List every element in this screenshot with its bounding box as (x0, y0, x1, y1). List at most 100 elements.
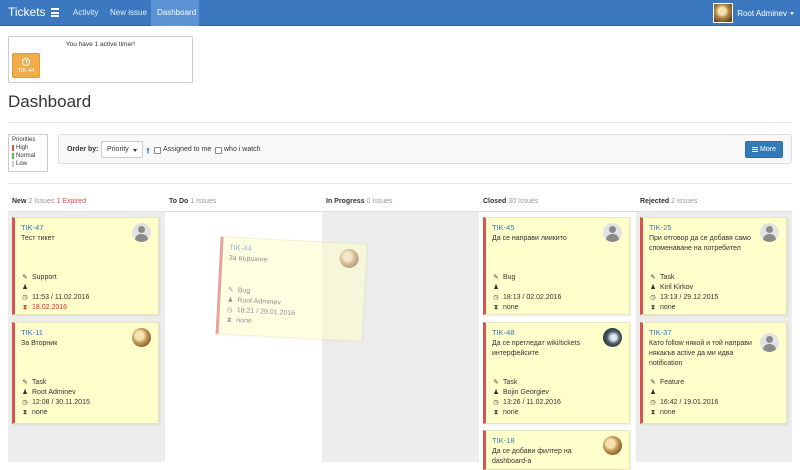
ticket-card-tik-45[interactable]: TIK-45 Да се направи лиикито ✎ Bug ♟ ◷ 18:… (483, 217, 630, 315)
ticket-card-tik-11[interactable]: TIK-11 За Вторник ✎ Task ♟ Root Adminev ◷ 1… (12, 322, 159, 424)
chevron-down-icon (790, 11, 794, 15)
order-by-label: Order by: (67, 146, 99, 153)
column-expired: 1 Expired (56, 198, 86, 205)
clock-icon: ◷ (650, 294, 656, 301)
filter-bar: Order by: Priority 🠙 Assigned to me who … (58, 134, 792, 164)
column-count: 30 Issues (508, 198, 539, 205)
priority-low: Low (12, 160, 44, 168)
page-title: Dashboard (8, 92, 92, 111)
order-by-value: Priority (107, 146, 129, 153)
ticket-card-tik-25[interactable]: TIK-25 При отговор да се добавя само спо… (640, 217, 787, 315)
timer-ticket-key: TIK-44 (17, 68, 35, 74)
avatar-placeholder-icon (760, 333, 779, 352)
ticket-card-tik-44[interactable]: TIK-44 За вършене ✎ Bug ♟ Root Adminev ◷ 18… (215, 236, 368, 342)
ticket-card-tik-47[interactable]: TIK-47 Тест тикет ✎ Support ♟ ◷ 11:53 / 11… (12, 217, 159, 315)
divider (8, 183, 792, 184)
ticket-card-tik-48[interactable]: TIK-48 Да се прегледат wiki/tickets инте… (483, 322, 630, 424)
ticket-key[interactable]: TIK-18 (492, 436, 515, 445)
ticket-assignee: ♟ Root Adminev (22, 389, 76, 396)
ticket-due: ⧗ none (493, 409, 519, 416)
ticket-title: Да се направи лиикито (492, 235, 567, 242)
list-icon (752, 146, 759, 152)
ticket-assignee: ♟ Bojin Georgiev (493, 389, 549, 396)
ticket-key[interactable]: TIK-37 (649, 328, 672, 337)
avatar (603, 328, 622, 347)
user-name: Root Adminev (737, 8, 787, 18)
column-header-in-progress: In Progress 0 Issues (326, 198, 393, 205)
ticket-title: Тест тикет (21, 235, 55, 242)
user-menu[interactable]: Root Adminev (713, 0, 800, 26)
ticket-key[interactable]: TIK-11 (21, 328, 43, 337)
avatar (132, 328, 151, 347)
nav-activity[interactable]: Activity (67, 0, 104, 26)
ticket-due: ⧗ none (650, 304, 676, 311)
clock-icon (22, 58, 30, 66)
ticket-assignee: ♟ (649, 388, 660, 398)
ticket-card-tik-37[interactable]: TIK-37 Като follow някой и той направи н… (640, 322, 787, 424)
clock-icon: ◷ (493, 399, 499, 406)
more-button[interactable]: More (745, 141, 783, 158)
column-header-rejected: Rejected 2 Issues (640, 198, 697, 205)
user-icon: ♟ (22, 389, 28, 396)
arrow-up-icon[interactable]: 🠙 (146, 145, 150, 159)
column-name: In Progress (326, 198, 365, 205)
hamburger-icon[interactable] (51, 8, 59, 17)
ticket-title: За Вторник (21, 340, 58, 347)
avatar-placeholder-icon (603, 223, 622, 242)
hourglass-icon: ⧗ (493, 304, 499, 311)
column-name: Rejected (640, 198, 670, 205)
hourglass-icon: ⧗ (22, 304, 28, 311)
pin-icon: ✎ (493, 379, 499, 386)
who-i-watch-checkbox[interactable] (215, 147, 222, 154)
ticket-due: ⧗ 18.02.2016 (22, 304, 68, 311)
ticket-title: За вършене (228, 254, 268, 264)
clock-icon: ◷ (226, 306, 233, 314)
priority-normal: Normal (12, 152, 44, 160)
ticket-created: ◷ 13:26 / 11.02.2016 (493, 399, 561, 406)
column-header-new: New 2 Issues 1 Expired (12, 198, 86, 205)
hourglass-icon: ⧗ (650, 409, 656, 416)
ticket-assignee: ♟ (492, 283, 503, 293)
nav-dashboard[interactable]: Dashboard (151, 0, 199, 26)
more-label: More (760, 146, 776, 153)
ticket-key[interactable]: TIK-45 (492, 223, 515, 232)
assigned-to-me-label[interactable]: Assigned to me (163, 146, 211, 153)
clock-icon: ◷ (493, 294, 499, 301)
column-header-todo: To Do 1 Issues (169, 198, 216, 205)
brand-link[interactable]: Tickets (8, 5, 46, 19)
priorities-title: Priorities (12, 137, 36, 143)
pin-icon: ✎ (227, 286, 234, 294)
timer-ticket-button[interactable]: TIK-44 (12, 53, 40, 78)
ticket-key[interactable]: TIK-44 (229, 243, 252, 253)
order-by-select[interactable]: Priority (101, 141, 143, 158)
ticket-key[interactable]: TIK-48 (492, 328, 515, 337)
ticket-type: ✎ Task (493, 379, 518, 386)
who-i-watch-label[interactable]: who i watch (224, 146, 261, 153)
avatar-placeholder-icon (132, 223, 151, 242)
nav-new-issue[interactable]: New issue (104, 0, 153, 26)
priority-high: High (12, 144, 44, 152)
avatar (603, 436, 622, 455)
ticket-card-tik-18[interactable]: TIK-18 Да се добави филтер на dashboard-… (483, 430, 630, 470)
pin-icon: ✎ (22, 379, 28, 386)
ticket-due: ⧗ none (650, 409, 676, 416)
ticket-due: ⧗ none (22, 409, 48, 416)
divider (8, 122, 792, 123)
ticket-key[interactable]: TIK-25 (649, 223, 672, 232)
assigned-to-me-checkbox[interactable] (154, 147, 161, 154)
pin-icon: ✎ (650, 274, 656, 281)
pin-icon: ✎ (22, 274, 28, 281)
ticket-type: ✎ Task (22, 379, 47, 386)
ticket-title: Като follow някой и той направи някакъв … (649, 340, 752, 367)
column-header-closed: Closed 30 Issues (483, 198, 538, 205)
hourglass-icon: ⧗ (22, 409, 28, 416)
ticket-key[interactable]: TIK-47 (21, 223, 44, 232)
avatar-placeholder-icon (760, 223, 779, 242)
pin-icon: ✎ (493, 274, 499, 281)
chevron-down-icon (133, 149, 137, 152)
column-count: 2 Issues (671, 198, 698, 205)
column-name: To Do (169, 198, 189, 205)
avatar (339, 248, 360, 269)
column-count: 0 Issues (366, 198, 393, 205)
hourglass-icon: ⧗ (493, 409, 499, 416)
